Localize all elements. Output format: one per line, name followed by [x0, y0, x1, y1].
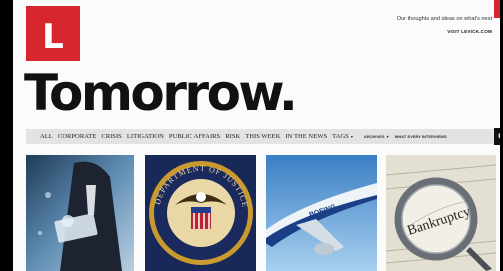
chevron-down-icon: ▾: [349, 134, 353, 139]
accent-edge: [494, 0, 500, 18]
department-of-justice-seal-image: DEPARTMENT OF JUSTICE: [145, 155, 256, 271]
nav-item-tags[interactable]: TAGS ▾: [332, 133, 353, 140]
tagline: Our thoughts and ideas on what's next: [396, 16, 492, 22]
nav-item-corporate[interactable]: CORPORATE: [58, 133, 96, 140]
logo-letter: L: [42, 16, 64, 57]
nav-item-crisis[interactable]: CRISIS: [101, 133, 122, 140]
article-thumbnail-bankruptcy[interactable]: Bankruptcy: [386, 155, 496, 271]
nav-item-public-affairs[interactable]: PUBLIC AFFAIRS: [169, 133, 220, 140]
article-thumbnail-businessman[interactable]: [26, 155, 134, 271]
businessman-tablet-image: [26, 155, 134, 271]
nav-item-in-the-news[interactable]: IN THE NEWS: [285, 133, 327, 140]
logo[interactable]: L: [26, 6, 80, 61]
article-thumbnail-doj[interactable]: DEPARTMENT OF JUSTICE: [145, 155, 256, 271]
page: L Our thoughts and ideas on what's next …: [13, 0, 500, 271]
nav-item-tags-label: TAGS: [332, 133, 349, 140]
nav-item-all[interactable]: ALL: [40, 133, 53, 140]
search-icon: [498, 132, 500, 139]
nav-item-risk[interactable]: RISK: [225, 133, 240, 140]
category-navbar: ALL CORPORATE CRISIS LITIGATION PUBLIC A…: [26, 129, 495, 144]
nav-item-interviews[interactable]: WHAT EVERY INTERVIEWS: [395, 134, 447, 139]
nav-item-litigation[interactable]: LITIGATION: [127, 133, 164, 140]
nav-item-archives[interactable]: ARCHIVES ▾: [364, 134, 389, 139]
article-thumbnail-boeing[interactable]: BOEING: [266, 155, 377, 271]
chevron-down-icon: ▾: [385, 134, 389, 139]
nav-item-archives-label: ARCHIVES: [363, 134, 385, 139]
site-wordmark[interactable]: Tomorrow.: [24, 68, 298, 118]
boeing-airplane-image: BOEING: [266, 155, 377, 271]
search-button[interactable]: [494, 128, 500, 145]
visit-levick-link[interactable]: VISIT LEVICK.COM: [447, 29, 492, 34]
bankruptcy-magnifier-image: Bankruptcy: [386, 155, 496, 271]
nav-item-this-week[interactable]: THIS WEEK: [245, 133, 280, 140]
